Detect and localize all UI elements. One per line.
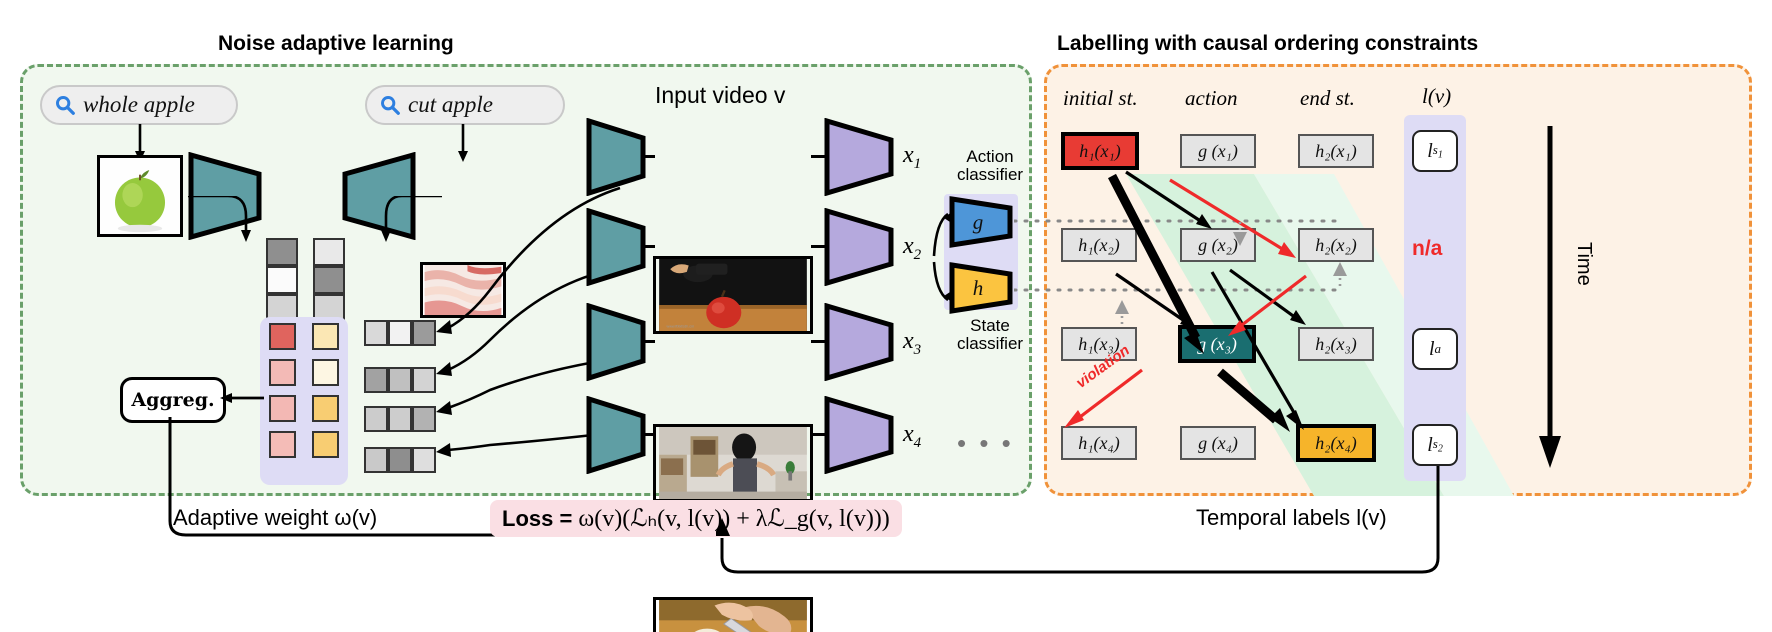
svg-text:g: g <box>973 210 984 234</box>
input-video-text: Input video v <box>655 82 786 108</box>
action-classifier-shape[interactable]: g <box>948 196 1014 248</box>
query-pill-1[interactable]: whole apple <box>40 85 238 125</box>
connector-enc-frame-3 <box>643 340 655 343</box>
feature-head-4 <box>824 396 894 474</box>
feature-head-1 <box>824 118 894 196</box>
feature-head-3 <box>824 303 894 381</box>
svg-text:www.fbtkfsdh.cm: www.fbtkfsdh.cm <box>667 324 695 328</box>
search-icon <box>381 95 400 115</box>
input-video-label: Input video v <box>655 82 785 109</box>
grid-header-end-state: end st. <box>1300 86 1355 110</box>
video-embedding-cell <box>364 320 388 346</box>
feature-head-2 <box>824 208 894 286</box>
state-classifier-shape[interactable]: h <box>948 262 1014 314</box>
video-embedding-cell <box>388 367 412 393</box>
query-text-2: cut apple <box>408 91 493 117</box>
text-embedding-col-1 <box>266 238 298 322</box>
action-classifier-label: Action classifier <box>952 148 1028 184</box>
text-embedding-cell <box>313 238 345 266</box>
query-text-1: whole apple <box>83 91 195 117</box>
ellipsis-more-features: • • • <box>957 428 1014 458</box>
adaptive-weight-label: Adaptive weight ω(v) <box>173 505 377 531</box>
feature-label-x2: x2 <box>903 233 922 263</box>
weight-cell <box>269 323 296 350</box>
video-embedding-cell <box>388 406 412 432</box>
state-classifier-label: State classifier <box>952 317 1028 353</box>
figure-root: Noise adaptive learning Labelling with c… <box>0 0 1772 632</box>
weight-cell <box>312 323 339 350</box>
arrows-x2-to-classifiers <box>932 210 954 304</box>
text-embedding-cell <box>266 238 298 266</box>
connector-enc-frame-1 <box>643 155 655 158</box>
video-encoder-2 <box>586 208 646 286</box>
loss-prefix: Loss = <box>502 506 579 531</box>
video-embedding-row-4 <box>364 447 436 473</box>
svg-text:h: h <box>973 276 984 300</box>
video-embedding-row-1 <box>364 320 436 346</box>
weight-cell <box>312 359 339 386</box>
text-embedding-col-2 <box>313 238 345 322</box>
video-embedding-row-3 <box>364 406 436 432</box>
time-label: Time <box>1573 242 1595 286</box>
grid-header-action: action <box>1185 86 1238 110</box>
labels-to-loss-line <box>716 466 1440 574</box>
right-panel-title: Labelling with causal ordering constrain… <box>1057 32 1479 55</box>
time-arrow <box>1539 126 1561 468</box>
grid-header-initial-state: initial st. <box>1063 86 1138 110</box>
query-pill-2[interactable]: cut apple <box>365 85 565 125</box>
video-frame-1: www.fbtkfsdh.cm <box>653 256 813 334</box>
feature-label-x3: x3 <box>903 328 922 358</box>
video-embedding-row-2 <box>364 367 436 393</box>
text-embedding-cell <box>313 266 345 294</box>
connector-enc-frame-2 <box>643 245 655 248</box>
left-panel-title: Noise adaptive learning <box>218 32 454 55</box>
state-classifier-line2: classifier <box>956 333 1024 353</box>
video-embedding-cell <box>364 447 388 473</box>
video-embedding-cell <box>364 406 388 432</box>
feature-label-x1: x1 <box>903 142 922 172</box>
action-classifier-line1: Action <box>966 147 1014 166</box>
text-embedding-cell <box>266 266 298 294</box>
whole-apple-image <box>97 155 183 237</box>
search-icon <box>56 95 75 115</box>
video-embedding-cell <box>364 367 388 393</box>
video-encoder-4 <box>586 396 646 474</box>
video-encoder-3 <box>586 303 646 381</box>
weight-cell <box>269 359 296 386</box>
feature-label-x4: x4 <box>903 421 922 451</box>
arrow-matrix-to-aggregate <box>220 393 264 403</box>
action-classifier-line2: classifier <box>956 164 1024 184</box>
video-encoder-1 <box>586 118 646 196</box>
grid-header-label: l(v) <box>1422 84 1452 108</box>
video-embedding-cell <box>388 320 412 346</box>
adaptive-weight-text: Adaptive weight ω(v) <box>173 505 378 530</box>
video-embedding-cell <box>388 447 412 473</box>
